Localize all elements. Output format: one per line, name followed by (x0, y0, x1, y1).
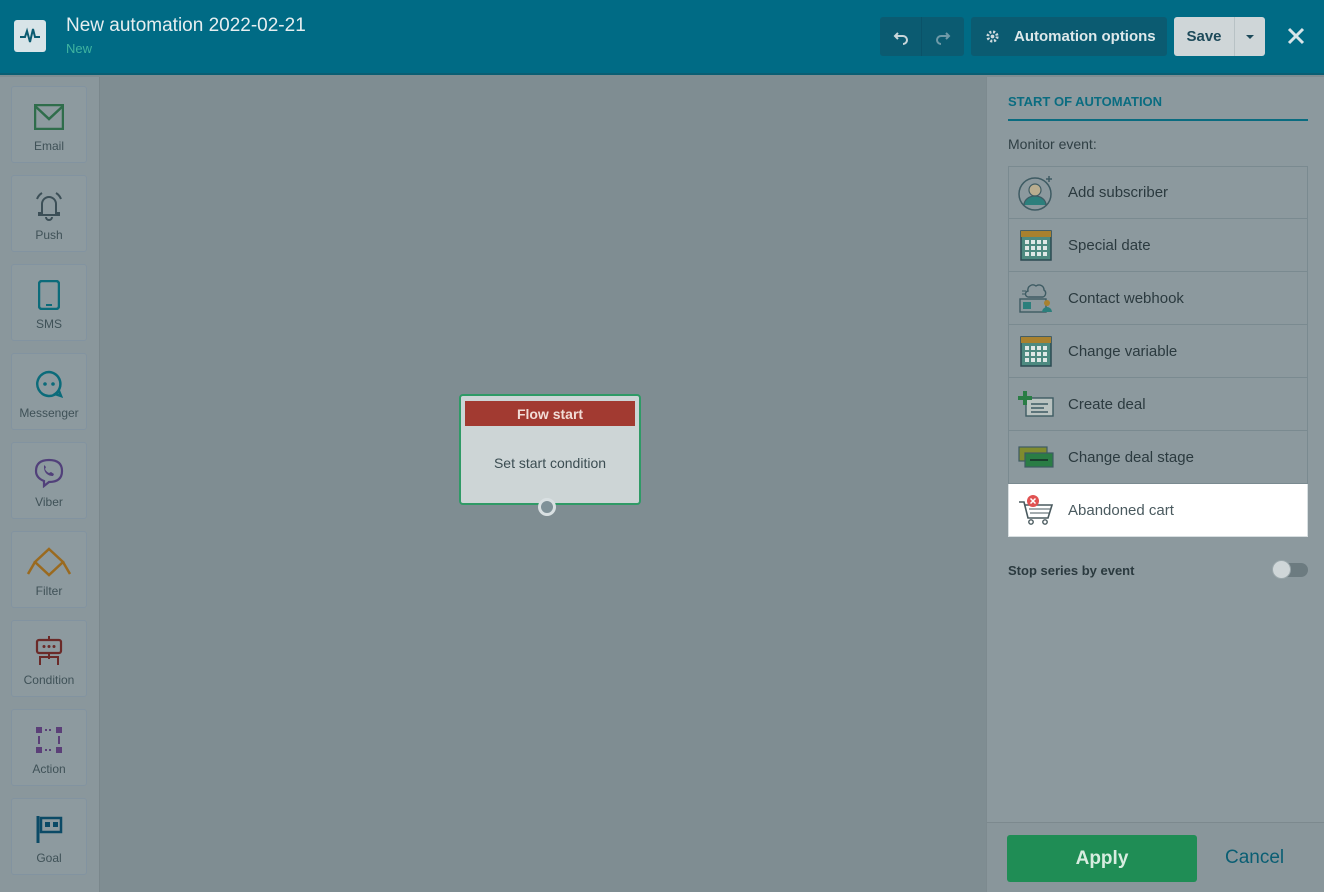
toolbar-item-label: Action (32, 762, 66, 776)
close-button[interactable] (1282, 22, 1310, 50)
event-special-date[interactable]: Special date (1008, 219, 1308, 272)
toolbar-item-label: Email (33, 139, 64, 153)
flow-start-node[interactable]: Flow start Set start condition (459, 394, 641, 516)
stop-series-toggle[interactable] (1272, 560, 1308, 579)
toolbar-item-goal[interactable]: Goal (11, 798, 87, 875)
calendar-icon (1018, 227, 1054, 263)
element-toolbar: Email Push SMS Messenger Viber Filter Co… (0, 77, 100, 892)
undo-button[interactable] (880, 17, 922, 56)
node-condition-text[interactable]: Set start condition (461, 455, 639, 471)
event-label: Contact webhook (1068, 289, 1184, 307)
redo-icon (936, 31, 951, 45)
toolbar-item-label: Filter (35, 584, 63, 598)
calendar-grid-icon (1018, 333, 1054, 369)
create-deal-icon (1018, 386, 1054, 422)
deal-stage-icon (1018, 439, 1054, 475)
event-contact-webhook[interactable]: Contact webhook (1008, 272, 1308, 325)
envelope-icon (34, 101, 64, 133)
close-icon (1287, 27, 1305, 45)
event-abandoned-cart[interactable]: Abandoned cart (1008, 484, 1308, 537)
gear-icon (986, 30, 999, 43)
event-change-variable[interactable]: Change variable (1008, 325, 1308, 378)
start-settings-panel: START OF AUTOMATION Monitor event: Add s… (986, 77, 1324, 892)
toolbar-item-email[interactable]: Email (11, 86, 87, 163)
event-label: Create deal (1068, 395, 1146, 413)
toolbar-item-label: SMS (35, 317, 62, 331)
chevron-down-icon (1246, 34, 1254, 39)
condition-icon (34, 635, 64, 667)
stop-series-row: Stop series by event (1008, 560, 1308, 581)
event-add-subscriber[interactable]: Add subscriber (1008, 166, 1308, 219)
automation-title[interactable]: New automation 2022-02-21 (66, 15, 306, 37)
toolbar-item-label: Messenger (19, 406, 79, 420)
viber-icon (34, 457, 64, 489)
apply-button[interactable]: Apply (1007, 835, 1197, 882)
history-controls (880, 17, 964, 56)
goal-flag-icon (35, 813, 63, 845)
automation-status: New (66, 41, 93, 56)
event-list: Add subscriber Special date Contact webh… (1008, 166, 1308, 537)
event-label: Change deal stage (1068, 448, 1194, 466)
chat-icon (35, 368, 63, 400)
toolbar-item-action[interactable]: Action (11, 709, 87, 786)
panel-footer: Apply Cancel (987, 822, 1324, 892)
event-create-deal[interactable]: Create deal (1008, 378, 1308, 431)
top-header: New automation 2022-02-21 New Automation… (0, 0, 1324, 75)
event-change-deal-stage[interactable]: Change deal stage (1008, 431, 1308, 484)
toggle-knob (1272, 560, 1291, 579)
automation-options-button[interactable]: Automation options (971, 17, 1167, 56)
toolbar-item-messenger[interactable]: Messenger (11, 353, 87, 430)
event-label: Abandoned cart (1068, 501, 1174, 519)
toolbar-item-filter[interactable]: Filter (11, 531, 87, 608)
toolbar-item-viber[interactable]: Viber (11, 442, 87, 519)
toolbar-item-sms[interactable]: SMS (11, 264, 87, 341)
save-button[interactable]: Save (1174, 17, 1234, 56)
event-label: Add subscriber (1068, 184, 1169, 201)
toolbar-item-push[interactable]: Push (11, 175, 87, 252)
undo-icon (893, 31, 908, 45)
action-icon (34, 724, 64, 756)
node-output-port[interactable] (538, 498, 556, 516)
event-label: Special date (1068, 236, 1151, 254)
save-dropdown-button[interactable] (1234, 17, 1265, 56)
toolbar-item-label: Push (35, 228, 63, 242)
panel-title: START OF AUTOMATION (1008, 94, 1308, 121)
add-subscriber-icon (1018, 175, 1054, 211)
stop-series-label: Stop series by event (1008, 563, 1135, 578)
bell-icon (33, 190, 65, 222)
cancel-button[interactable]: Cancel (1225, 847, 1284, 869)
phone-icon (38, 279, 60, 311)
automation-options-label: Automation options (1014, 28, 1156, 45)
event-label: Change variable (1068, 342, 1178, 360)
toolbar-item-label: Goal (36, 851, 62, 865)
app-logo-icon[interactable] (14, 20, 46, 52)
redo-button[interactable] (922, 17, 964, 56)
toolbar-item-label: Condition (23, 673, 75, 687)
toolbar-item-label: Viber (35, 495, 63, 509)
webhook-icon (1018, 280, 1054, 316)
monitor-event-label: Monitor event: (1008, 136, 1097, 152)
node-title: Flow start (465, 401, 635, 426)
filter-icon (25, 546, 73, 578)
toolbar-item-condition[interactable]: Condition (11, 620, 87, 697)
abandoned-cart-icon (1018, 492, 1054, 528)
